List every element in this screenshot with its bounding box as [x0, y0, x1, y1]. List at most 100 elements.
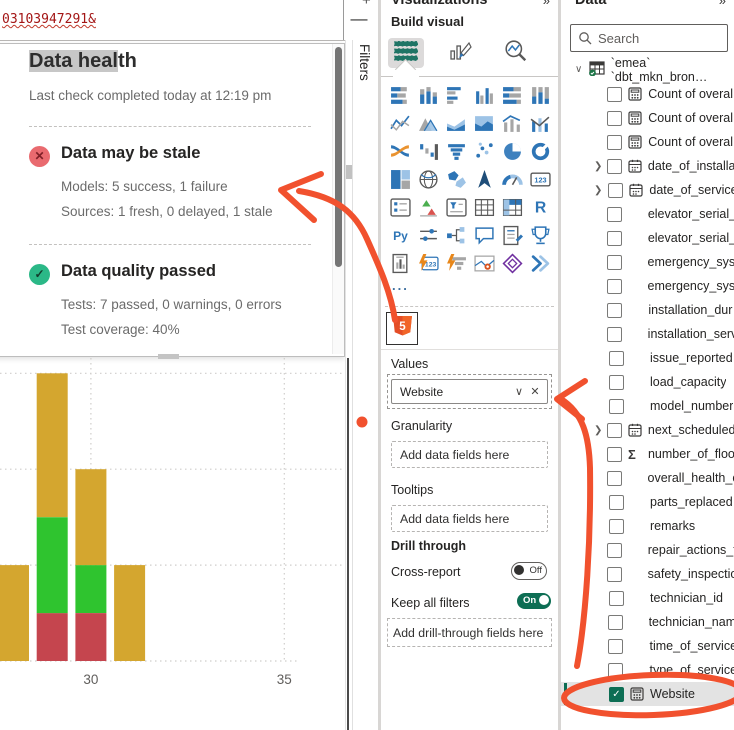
visual-paginated-report-icon[interactable]: [390, 253, 411, 274]
field-row-parts-replaced[interactable]: parts_replaced: [561, 490, 734, 514]
field-row-emergency-syst-[interactable]: emergency_syst…: [561, 250, 734, 274]
field-row-type-of-service[interactable]: type_of_service: [561, 658, 734, 682]
field-label[interactable]: emergency_syst…: [648, 279, 734, 293]
code-text[interactable]: 03103947291&: [2, 12, 96, 27]
filters-pane-title[interactable]: Filters: [357, 44, 372, 81]
field-checkbox[interactable]: ✓: [609, 687, 624, 702]
field-row-safety-inspectio-[interactable]: safety_inspectio…: [561, 562, 734, 586]
field-row-overall-health-c-[interactable]: overall_health_c…: [561, 466, 734, 490]
plus-icon[interactable]: +: [362, 0, 371, 9]
values-field-website[interactable]: Website ∨ ✕: [391, 379, 548, 404]
filters-pane-collapsed[interactable]: Filters: [352, 40, 379, 730]
visual-line-stacked-column-icon[interactable]: [502, 113, 523, 134]
visual-waterfall-icon[interactable]: [418, 141, 439, 162]
visual-scatter-icon[interactable]: [474, 141, 495, 162]
remove-field-icon[interactable]: ✕: [527, 385, 543, 398]
field-checkbox[interactable]: [607, 471, 622, 486]
field-row-date-of-installa-[interactable]: ❯ date_of_installa…: [561, 154, 734, 178]
field-checkbox[interactable]: [607, 327, 622, 342]
visual-arcgis-map-icon[interactable]: [474, 253, 495, 274]
chevron-right-icon[interactable]: ❯: [594, 185, 608, 196]
field-checkbox[interactable]: [607, 207, 622, 222]
visual-pie-icon[interactable]: [502, 141, 523, 162]
tooltips-well[interactable]: Add data fields here: [391, 505, 548, 532]
visual-table-icon[interactable]: [474, 197, 495, 218]
field-row-model-number[interactable]: model_number: [561, 394, 734, 418]
field-row-technician-id[interactable]: technician_id: [561, 586, 734, 610]
visual-kpi-icon[interactable]: [418, 197, 439, 218]
field-row-technician-name[interactable]: technician_name: [561, 610, 734, 634]
drill-through-well[interactable]: Add drill-through fields here: [387, 618, 552, 647]
visual-100-stacked-bar-icon[interactable]: [502, 85, 523, 106]
field-row-count-of-overal-[interactable]: Count of overal…: [561, 82, 734, 106]
field-label[interactable]: time_of_service: [649, 639, 734, 653]
field-checkbox[interactable]: [608, 639, 623, 654]
visual-metrics-icon[interactable]: [530, 225, 551, 246]
field-row-installation-dur-[interactable]: installation_dur…: [561, 298, 734, 322]
field-checkbox[interactable]: [608, 183, 623, 198]
visual-r-script-icon[interactable]: R: [530, 197, 551, 218]
field-row-elevator-serial-[interactable]: elevator_serial_…: [561, 226, 734, 250]
visual-clustered-bar-icon[interactable]: [446, 85, 467, 106]
field-checkbox[interactable]: [607, 255, 622, 270]
chevron-right-icon[interactable]: ❯: [594, 161, 607, 172]
field-label[interactable]: elevator_serial_…: [648, 231, 734, 245]
field-checkbox[interactable]: [607, 135, 622, 150]
field-label[interactable]: parts_replaced: [650, 495, 733, 509]
cross-report-toggle[interactable]: Off: [511, 562, 547, 580]
visual-stacked-bar-icon[interactable]: [390, 85, 411, 106]
field-label[interactable]: date_of_service: [649, 183, 734, 197]
visual-filled-map-icon[interactable]: [446, 169, 467, 190]
tab-analytics[interactable]: [498, 38, 534, 68]
field-row-emergency-syst-[interactable]: emergency_syst…: [561, 274, 734, 298]
visual-donut-icon[interactable]: [530, 141, 551, 162]
field-row-elevator-serial-[interactable]: elevator_serial_…: [561, 202, 734, 226]
visual-gauge-icon[interactable]: [502, 169, 523, 190]
field-label[interactable]: remarks: [650, 519, 695, 533]
field-label[interactable]: technician_name: [649, 615, 734, 629]
field-checkbox[interactable]: [609, 375, 624, 390]
field-label[interactable]: issue_reported: [650, 351, 733, 365]
field-row-issue-reported[interactable]: issue_reported: [561, 346, 734, 370]
field-label[interactable]: emergency_syst…: [648, 255, 734, 269]
field-label[interactable]: type_of_service: [649, 663, 734, 677]
field-label[interactable]: repair_actions_t…: [648, 543, 734, 557]
visual-card-icon[interactable]: 123: [530, 169, 551, 190]
field-label[interactable]: Count of overal…: [648, 87, 734, 101]
field-row-date-of-service[interactable]: ❯ date_of_service: [561, 178, 734, 202]
field-checkbox[interactable]: [607, 447, 622, 462]
field-label[interactable]: Count of overal…: [648, 135, 734, 149]
field-label[interactable]: overall_health_c…: [648, 471, 734, 485]
field-checkbox[interactable]: [609, 519, 624, 534]
field-label[interactable]: safety_inspectio…: [648, 567, 734, 581]
field-label[interactable]: installation_serv…: [648, 327, 734, 341]
field-row-count-of-overal-[interactable]: Count of overal…: [561, 106, 734, 130]
field-row-repair-actions-t-[interactable]: repair_actions_t…: [561, 538, 734, 562]
field-checkbox[interactable]: [609, 591, 624, 606]
search-input[interactable]: [596, 30, 727, 47]
field-label[interactable]: load_capacity: [650, 375, 726, 389]
field-checkbox[interactable]: [607, 303, 622, 318]
visual-decomposition-tree-icon[interactable]: [446, 225, 467, 246]
visual-parameters-icon[interactable]: [418, 225, 439, 246]
field-label[interactable]: next_scheduled…: [648, 423, 734, 437]
field-checkbox[interactable]: [607, 159, 622, 174]
chevron-down-icon[interactable]: ∨: [511, 385, 527, 398]
visual-power-automate-icon[interactable]: [530, 253, 551, 274]
field-label[interactable]: date_of_installa…: [648, 159, 734, 173]
visual-azure-map-icon[interactable]: [474, 169, 495, 190]
field-checkbox[interactable]: [607, 111, 622, 126]
collapse-pane-icon[interactable]: »: [543, 0, 550, 8]
visual-lightning-card-icon[interactable]: 123: [418, 253, 439, 274]
card-scrollbar-thumb[interactable]: [335, 47, 342, 267]
field-row-load-capacity[interactable]: load_capacity: [561, 370, 734, 394]
visual-qna-icon[interactable]: [474, 225, 495, 246]
visual-python-icon[interactable]: Py: [390, 225, 411, 246]
visual-clustered-column-icon[interactable]: [474, 85, 495, 106]
granularity-well[interactable]: Add data fields here: [391, 441, 548, 468]
field-checkbox[interactable]: [607, 87, 622, 102]
visual-stacked-area-icon[interactable]: [446, 113, 467, 134]
field-label[interactable]: elevator_serial_…: [648, 207, 734, 221]
field-checkbox[interactable]: [607, 567, 622, 582]
more-visuals-button[interactable]: ...: [392, 278, 409, 293]
